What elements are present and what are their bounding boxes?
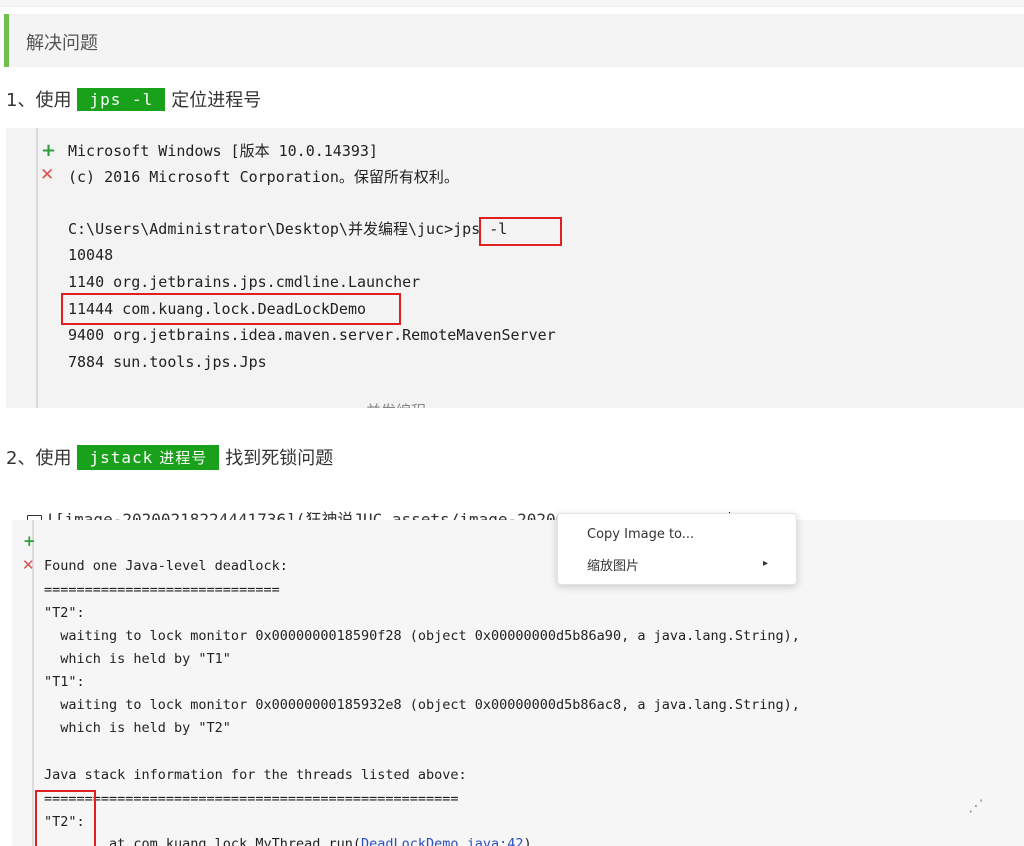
- step-1: 1、使用 jps -l 定位进程号: [6, 86, 261, 112]
- stack-line: "T1":: [44, 674, 85, 690]
- source-link[interactable]: DeadLockDemo.java:42: [361, 836, 524, 846]
- terminal-line: 9400 org.jetbrains.idea.maven.server.Rem…: [68, 326, 556, 344]
- step-2: 2、使用 jstack 进程号 找到死锁问题: [6, 444, 333, 470]
- stack-line: waiting to lock monitor 0x00000000185932…: [44, 697, 800, 713]
- pid-label: 进程号: [159, 448, 208, 467]
- terminal-line: C:\Users\Administrator\Desktop\并发编程\juc>…: [68, 220, 508, 238]
- plus-icon[interactable]: +: [23, 532, 36, 550]
- step-1-prefix: 1、使用: [6, 90, 72, 111]
- terminal-line: (c) 2016 Microsoft Corporation。保留所有权利。: [68, 168, 459, 186]
- step-2-prefix: 2、使用: [6, 448, 72, 469]
- highlight-box: [479, 217, 562, 246]
- jps-command-badge: jps -l: [77, 87, 166, 111]
- terminal-line: 10048: [68, 246, 114, 264]
- jstack-label: jstack: [89, 447, 154, 467]
- menu-item-copy-image[interactable]: Copy Image to...: [587, 527, 694, 542]
- section-title: 解决问题: [26, 33, 98, 54]
- plus-icon[interactable]: +: [41, 140, 56, 161]
- terminal-line: 7884 sun.tools.jps.Jps: [68, 353, 267, 371]
- highlight-box: [61, 293, 401, 325]
- terminal-line: Microsoft Windows [版本 10.0.14393]: [68, 142, 378, 160]
- jstack-command-badge: jstack 进程号: [77, 444, 220, 470]
- menu-item-zoom-image[interactable]: 缩放图片: [587, 555, 639, 574]
- section-header: 解决问题: [4, 14, 1024, 67]
- terminal-line: 并发编程: [366, 400, 426, 408]
- stack-line: Java stack information for the threads l…: [44, 767, 467, 783]
- step-2-suffix: 找到死锁问题: [225, 448, 334, 469]
- stack-line: which is held by "T2": [44, 720, 231, 736]
- gutter-line: [36, 128, 38, 408]
- stack-line: at com.kuang.lock.MyThread.run(DeadLockD…: [44, 836, 532, 846]
- submenu-arrow-icon: ▸: [762, 558, 768, 569]
- terminal-screenshot: + ✕ Microsoft Windows [版本 10.0.14393] (c…: [6, 128, 1024, 408]
- deadlock-screenshot: + ✕ Found one Java-level deadlock: =====…: [12, 520, 1024, 846]
- stack-line: Found one Java-level deadlock:: [44, 558, 288, 574]
- step-1-suffix: 定位进程号: [171, 90, 262, 111]
- stack-line: "T2":: [44, 605, 85, 621]
- close-icon[interactable]: ✕: [40, 165, 54, 185]
- stack-line: ========================================…: [44, 791, 459, 807]
- resize-dots-icon: ⋰: [968, 796, 992, 815]
- highlight-box: [35, 790, 96, 846]
- stack-line: which is held by "T1": [44, 651, 231, 667]
- context-menu: Copy Image to... 缩放图片 ▸: [557, 513, 797, 585]
- stack-line: =============================: [44, 582, 280, 598]
- close-icon[interactable]: ✕: [22, 556, 35, 574]
- terminal-line: 1140 org.jetbrains.jps.cmdline.Launcher: [68, 273, 421, 291]
- stack-frame-close: ): [523, 836, 532, 846]
- top-divider: [0, 0, 1024, 7]
- stack-line: waiting to lock monitor 0x0000000018590f…: [44, 628, 800, 644]
